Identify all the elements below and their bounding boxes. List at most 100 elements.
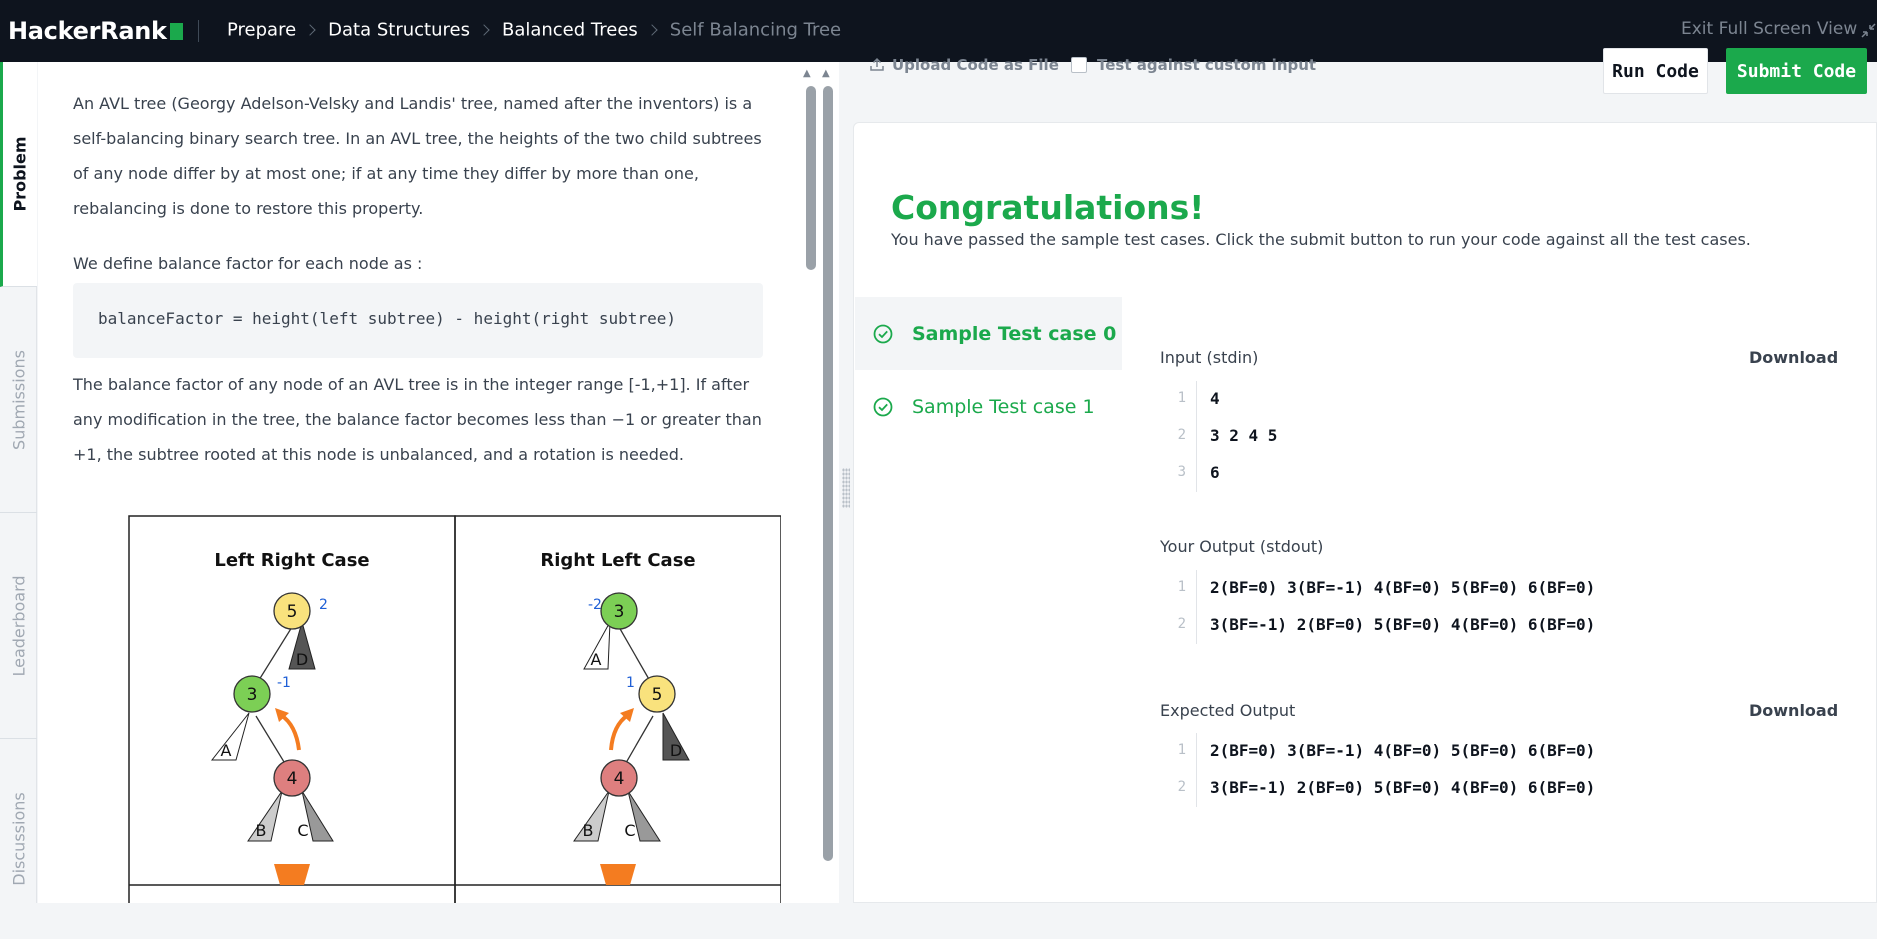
line-number: 1 — [1177, 390, 1186, 406]
output-label: Your Output (stdout) — [1160, 537, 1324, 556]
breadcrumb: Prepare Data Structures Balanced Trees Self… — [227, 19, 841, 41]
exit-fullscreen-link[interactable]: Exit Full Screen View — [1681, 19, 1857, 39]
scroll-up-icon[interactable]: ▲ — [803, 68, 811, 79]
check-circle-icon — [873, 397, 893, 416]
line-number: 2 — [1177, 427, 1186, 443]
check-circle-icon — [873, 324, 893, 343]
code-line: 36 — [1160, 455, 1860, 492]
checkbox[interactable] — [1071, 57, 1087, 73]
code-text: 3 2 4 5 — [1210, 426, 1278, 445]
problem-scrollbar-thumb[interactable] — [806, 86, 816, 270]
svg-text:4: 4 — [614, 769, 625, 789]
subtree-label: D — [296, 650, 308, 669]
code-text: 2(BF=0) 3(BF=-1) 4(BF=0) 5(BF=0) 6(BF=0) — [1210, 578, 1596, 597]
line-number: 3 — [1177, 464, 1186, 480]
tab-problem[interactable]: Problem — [0, 62, 37, 287]
tab-leaderboard-label: Leaderboard — [9, 574, 28, 677]
code-line: 1 2(BF=0) 3(BF=-1) 4(BF=0) 5(BF=0) 6(BF=0… — [1160, 733, 1860, 770]
down-arrow — [274, 864, 310, 885]
run-code-button[interactable]: Run Code — [1603, 48, 1708, 94]
tab-leaderboard[interactable]: Leaderboard — [0, 513, 37, 739]
svg-text:4: 4 — [287, 769, 298, 789]
tab-discussions[interactable]: Discussions — [0, 739, 37, 939]
svg-text:5: 5 — [287, 602, 298, 622]
problem-paragraph: The balance factor of any node of an AVL… — [73, 375, 762, 464]
chevron-right-icon — [304, 24, 316, 36]
upload-code-link[interactable]: Upload Code as File — [870, 56, 1059, 74]
code-text: 3(BF=-1) 2(BF=0) 5(BF=0) 4(BF=0) 6(BF=0) — [1210, 615, 1596, 634]
code-line: 14 — [1160, 381, 1860, 418]
line-number: 2 — [1177, 779, 1186, 795]
subtree-label: B — [256, 821, 267, 840]
code-text: 3(BF=-1) 2(BF=0) 5(BF=0) 4(BF=0) 6(BF=0) — [1210, 778, 1596, 797]
down-arrow — [600, 864, 636, 885]
subtree-label: A — [591, 650, 602, 669]
testcase-list: Sample Test case 0 Sample Test case 1 — [855, 297, 1122, 443]
code-line: 2 3(BF=-1) 2(BF=0) 5(BF=0) 4(BF=0) 6(BF=0… — [1160, 607, 1860, 644]
formula-code-block: balanceFactor = height(left subtree) - h… — [73, 283, 763, 358]
subtree-label: D — [670, 741, 682, 760]
diagram-left-title: Left Right Case — [214, 550, 369, 571]
editor-scrollbar-thumb[interactable] — [823, 86, 833, 861]
breadcrumb-data-structures[interactable]: Data Structures — [328, 20, 470, 41]
testcase-label: Sample Test case 1 — [912, 395, 1095, 418]
breadcrumb-prepare[interactable]: Prepare — [227, 20, 296, 41]
diagram-left-cell — [128, 515, 456, 903]
input-label: Input (stdin) — [1160, 348, 1259, 367]
subtree-label: C — [624, 821, 635, 840]
download-expected-link[interactable]: Download — [1749, 701, 1838, 720]
balance-factor-label: -1 — [277, 675, 291, 691]
testcase-label: Sample Test case 0 — [912, 322, 1117, 345]
tab-discussions-label: Discussions — [9, 792, 28, 886]
code-line: 2 3 2 4 5 — [1160, 418, 1860, 455]
input-block: 14 23 2 4 5 36 — [1160, 381, 1860, 492]
balance-factor-label: 1 — [626, 675, 635, 691]
custom-input-checkbox[interactable]: Test against custom input — [1071, 56, 1316, 74]
custom-input-label: Test against custom input — [1097, 56, 1317, 74]
hackerrank-logo[interactable]: HackerRank — [8, 17, 183, 45]
collapse-icon[interactable] — [1860, 22, 1877, 39]
code-text: 6 — [1210, 463, 1220, 482]
tab-problem-label: Problem — [10, 136, 30, 212]
scroll-up-icon[interactable]: ▲ — [822, 68, 830, 79]
balance-factor-label: 2 — [319, 597, 328, 613]
code-line: 1 2(BF=0) 3(BF=-1) 4(BF=0) 5(BF=0) 6(BF=0… — [1160, 570, 1860, 607]
upload-icon — [870, 57, 884, 71]
rotation-arrow — [279, 713, 301, 751]
subtree-label: C — [297, 821, 308, 840]
side-tabs: Problem Submissions Leaderboard Discussi… — [0, 62, 37, 903]
subtree-label: B — [583, 821, 594, 840]
panel-resize-handle[interactable] — [842, 468, 850, 508]
formula-text: balanceFactor = height(left subtree) - h… — [98, 309, 676, 328]
testcase-tab-1[interactable]: Sample Test case 1 — [855, 370, 1122, 443]
upload-label: Upload Code as File — [892, 56, 1059, 74]
result-title: Congratulations! — [891, 188, 1205, 227]
top-navbar: HackerRank Prepare Data Structures Balance… — [0, 0, 1877, 62]
breadcrumb-current: Self Balancing Tree — [669, 19, 842, 41]
chevron-right-icon — [478, 24, 490, 36]
testcase-tab-0[interactable]: Sample Test case 0 — [855, 297, 1122, 370]
navbar-divider — [198, 20, 199, 42]
svg-text:5: 5 — [652, 685, 663, 705]
code-text: 2(BF=0) 3(BF=-1) 4(BF=0) 5(BF=0) 6(BF=0) — [1210, 741, 1596, 760]
download-input-link[interactable]: Download — [1749, 348, 1838, 367]
submit-code-button[interactable]: Submit Code — [1726, 48, 1867, 94]
problem-paragraph: We define balance factor for each node a… — [73, 254, 423, 273]
diagram-right-title: Right Left Case — [540, 550, 695, 571]
balance-factor-label: -2 — [588, 597, 602, 613]
line-number: 2 — [1177, 616, 1186, 632]
tab-submissions-label: Submissions — [9, 349, 28, 450]
chevron-right-icon — [646, 24, 658, 36]
line-number: 1 — [1177, 742, 1186, 758]
problem-paragraph: An AVL tree (Georgy Adelson-Velsky and L… — [73, 94, 762, 218]
line-number: 1 — [1177, 579, 1186, 595]
result-message: You have passed the sample test cases. C… — [891, 230, 1751, 249]
code-text: 4 — [1210, 389, 1220, 408]
tab-submissions[interactable]: Submissions — [0, 287, 37, 513]
logo-mark — [169, 23, 183, 40]
svg-text:3: 3 — [614, 602, 625, 622]
breadcrumb-balanced-trees[interactable]: Balanced Trees — [502, 20, 638, 41]
output-block: 1 2(BF=0) 3(BF=-1) 4(BF=0) 5(BF=0) 6(BF=0… — [1160, 570, 1860, 644]
expected-label: Expected Output — [1160, 701, 1296, 720]
diagram-right-cell — [454, 515, 781, 903]
